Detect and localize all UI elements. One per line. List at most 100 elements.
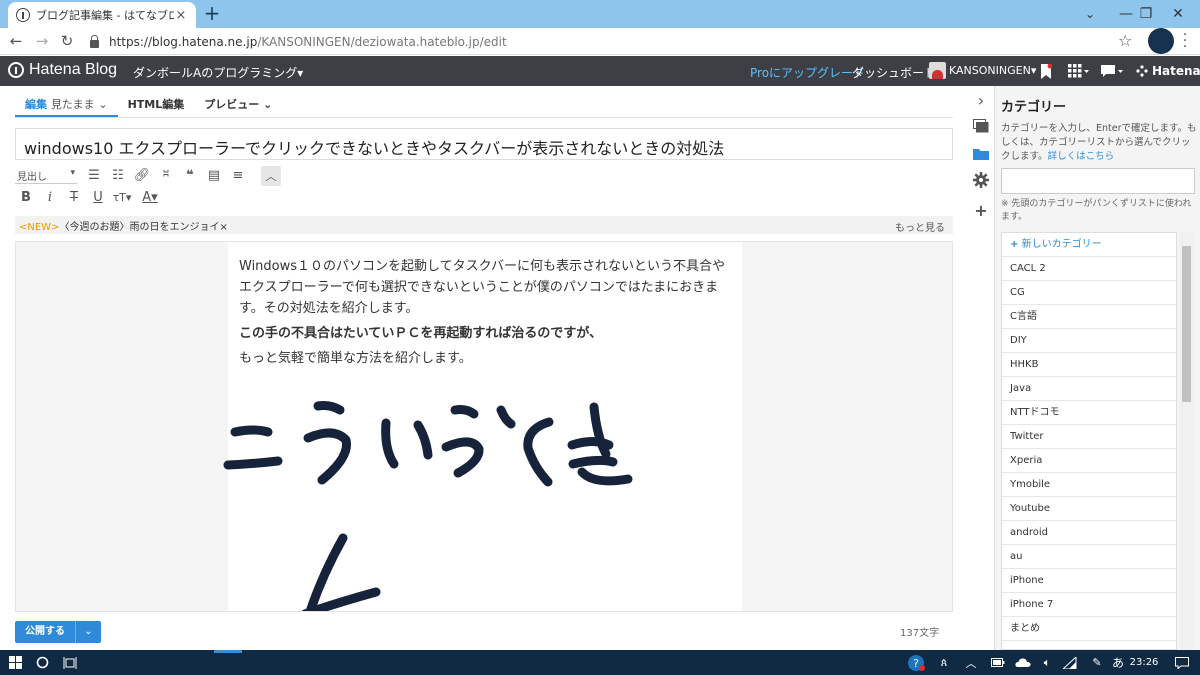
search-circle-icon[interactable] <box>32 650 52 675</box>
tab-close-icon[interactable]: × <box>174 8 188 23</box>
hatena-menu[interactable]: Hatena <box>1136 62 1200 80</box>
category-item[interactable]: au <box>1002 545 1176 569</box>
hatena-blog-logo[interactable]: Hatena Blog <box>8 61 117 79</box>
browser-menu-icon[interactable]: · · · <box>1180 28 1190 54</box>
see-more-link[interactable]: もっと見る <box>895 219 945 234</box>
new-category-label: 新しいカテゴリー <box>1021 239 1102 250</box>
entry-title-input[interactable]: windows10 エクスプローラーでクリックできないときやタスクバーが表示され… <box>15 128 953 160</box>
action-center-icon[interactable] <box>1172 650 1192 675</box>
font-size-icon[interactable]: τT▾ <box>113 188 132 206</box>
collapse-sidebar-chevron-icon[interactable]: › <box>971 90 991 110</box>
browser-tabstrip: ブログ記事編集 - はてなブログ × + ⌄ — ❐ ✕ <box>0 0 1200 28</box>
link-icon[interactable]: 🔗︎ <box>133 166 151 184</box>
ime-indicator[interactable]: あ <box>1110 650 1126 675</box>
user-menu[interactable]: KANSONINGEN▾ <box>949 64 1036 77</box>
tab-preview[interactable]: プレビュー ⌄ <box>194 88 282 117</box>
italic-icon[interactable]: i <box>41 188 59 206</box>
publish-controls: 公開する ⌄ <box>15 621 101 643</box>
quote-icon[interactable]: ❝ <box>181 166 199 184</box>
collapse-toolbar-button[interactable]: ︿ <box>261 166 281 186</box>
battery-icon[interactable] <box>988 650 1008 675</box>
category-item[interactable]: Youtube <box>1002 497 1176 521</box>
profile-avatar[interactable] <box>1148 28 1174 54</box>
numbered-list-icon[interactable]: ☷ <box>109 166 127 184</box>
help-badge-icon[interactable]: ? <box>906 650 926 675</box>
hatena-logo-icon <box>8 62 24 78</box>
task-view-icon[interactable] <box>60 650 80 675</box>
category-item[interactable]: CACL 2 <box>1002 257 1176 281</box>
details-link[interactable]: 詳しくはこちら <box>1048 151 1115 162</box>
url-field[interactable]: https://blog.hatena.ne.jp/KANSONINGEN/de… <box>84 30 1144 53</box>
url-host: https://blog.hatena.ne.jp <box>109 34 258 49</box>
category-item[interactable]: DIY <box>1002 329 1176 353</box>
category-item[interactable]: iPhone <box>1002 569 1176 593</box>
font-color-icon[interactable]: A▾ <box>141 188 159 206</box>
strikethrough-icon[interactable]: T <box>65 188 83 206</box>
category-item[interactable]: Twitter <box>1002 425 1176 449</box>
category-item[interactable]: android <box>1002 521 1176 545</box>
bold-icon[interactable]: B <box>17 188 35 206</box>
onedrive-cloud-icon[interactable] <box>1012 650 1034 675</box>
scrollbar-thumb[interactable] <box>1182 246 1191 402</box>
add-plugin-plus-icon[interactable]: + <box>971 200 991 220</box>
wifi-icon[interactable] <box>1060 650 1080 675</box>
more-insert-icon[interactable]: ≡ <box>229 166 247 184</box>
back-arrow-icon[interactable]: ← <box>6 31 26 51</box>
pro-upgrade-link[interactable]: Proにアップグレード <box>750 64 865 81</box>
address-bar: ← → ↻ https://blog.hatena.ne.jp/KANSONIN… <box>0 28 1200 55</box>
category-scrollbar[interactable] <box>1180 232 1193 650</box>
volume-icon[interactable]: 🔈︎ <box>1038 650 1056 675</box>
category-item[interactable]: まとめ <box>1002 617 1176 641</box>
close-icon[interactable]: × <box>219 222 227 233</box>
category-item[interactable]: CG <box>1002 281 1176 305</box>
publish-options-chevron-icon[interactable]: ⌄ <box>75 621 101 643</box>
category-item[interactable]: Java <box>1002 377 1176 401</box>
tab-html-edit[interactable]: HTML編集 <box>118 88 195 117</box>
user-avatar[interactable] <box>929 62 946 79</box>
tab-wysiwyg-sub: 見たまま <box>50 98 95 111</box>
bookmark-star-icon[interactable]: ☆ <box>1118 31 1132 50</box>
new-tab-button[interactable]: + <box>202 3 222 23</box>
horizontal-rule-icon[interactable]: ⎶ <box>157 166 175 184</box>
category-item[interactable]: C言語 <box>1002 305 1176 329</box>
table-icon[interactable]: ▤ <box>205 166 223 184</box>
category-item[interactable]: NTTドコモ <box>1002 401 1176 425</box>
new-badge: <NEW> <box>19 222 60 233</box>
reload-icon[interactable]: ↻ <box>57 31 77 51</box>
bookmark-ribbon-icon[interactable] <box>1040 62 1052 80</box>
dashboard-link[interactable]: ダッシュボード <box>852 64 936 81</box>
weekly-topic-link[interactable]: 〈今週のお題〉雨の日をエンジョイ <box>59 222 219 233</box>
notification-icon[interactable] <box>1101 62 1125 80</box>
plus-icon: + <box>1010 239 1019 250</box>
pen-workspace-icon[interactable]: ✎ <box>1086 650 1108 675</box>
browser-tab[interactable]: ブログ記事編集 - はてなブログ × <box>8 2 196 28</box>
category-item[interactable]: iPhone 7 <box>1002 593 1176 617</box>
category-panel: カテゴリー カテゴリーを入力し、Enterで確定します。もしくは、カテゴリーリス… <box>994 86 1200 650</box>
category-item[interactable]: Ymobile <box>1002 473 1176 497</box>
windows-taskbar: ? ጰ ︿ 🔈︎ ✎ あ 23:26 <box>0 650 1200 675</box>
forward-arrow-icon[interactable]: → <box>32 31 52 51</box>
close-window-button[interactable]: ✕ <box>1156 0 1200 28</box>
bullet-list-icon[interactable]: ☰ <box>85 166 103 184</box>
hatena-header: Hatena Blog ダンボールAのプログラミング▾ Proにアップグレード … <box>0 56 1200 86</box>
category-item[interactable]: Xperia <box>1002 449 1176 473</box>
underline-icon[interactable]: U <box>89 188 107 206</box>
category-input[interactable] <box>1001 168 1195 194</box>
people-icon[interactable]: ጰ <box>934 650 954 675</box>
tab-html-label: HTML編集 <box>127 98 185 111</box>
category-title: カテゴリー <box>1001 100 1067 115</box>
start-windows-icon[interactable] <box>5 650 25 675</box>
category-item[interactable]: HHKB <box>1002 353 1176 377</box>
blog-name-menu[interactable]: ダンボールAのプログラミング▾ <box>133 64 303 81</box>
category-description: カテゴリーを入力し、Enterで確定します。もしくは、カテゴリーリストから選んで… <box>1001 122 1197 164</box>
photo-upload-icon[interactable] <box>971 116 991 136</box>
apps-grid-icon[interactable] <box>1068 62 1090 80</box>
publish-button[interactable]: 公開する <box>15 621 75 643</box>
heading-select[interactable]: 見出し <box>15 168 77 184</box>
settings-gear-icon[interactable] <box>971 170 991 190</box>
tray-chevron-up-icon[interactable]: ︿ <box>962 650 980 675</box>
tab-wysiwyg[interactable]: 編集 見たまま ⌄ <box>15 88 118 117</box>
new-category-button[interactable]: + 新しいカテゴリー <box>1002 233 1176 257</box>
clock[interactable]: 23:26 <box>1130 650 1159 675</box>
category-folder-icon[interactable] <box>971 144 991 164</box>
